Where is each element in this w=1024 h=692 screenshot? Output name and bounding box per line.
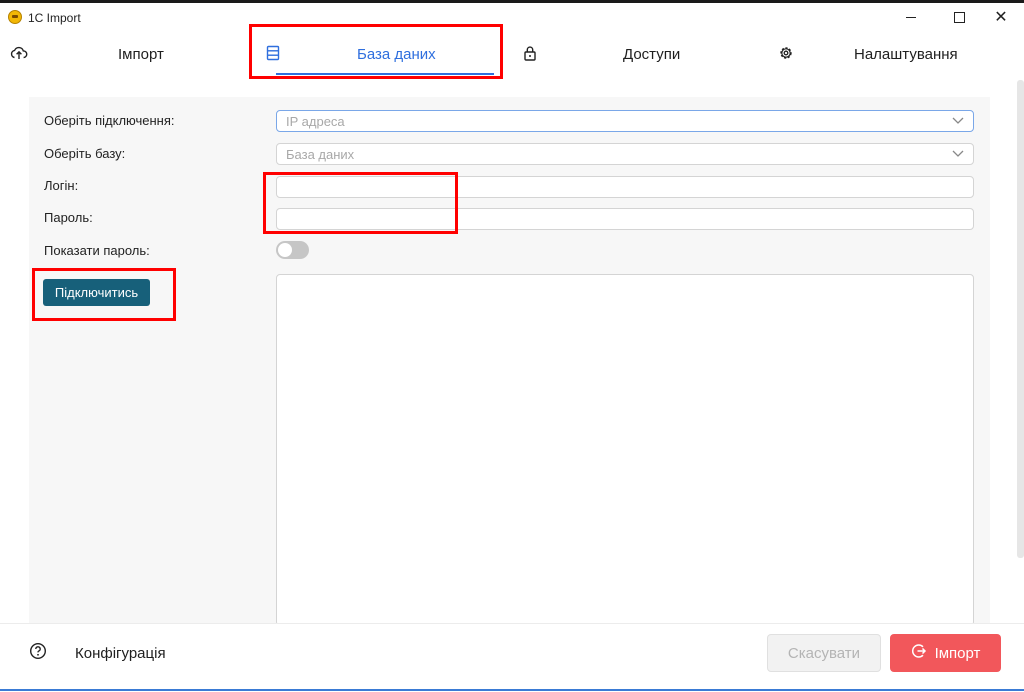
tab-bar: Імпорт База даних Доступи Налаштування [0,31,1024,79]
configuration-link[interactable]: Конфігурація [75,645,166,662]
show-password-label: Показати пароль: [44,243,150,258]
login-label: Логін: [44,178,79,193]
import-button[interactable]: Імпорт [890,634,1001,672]
active-tab-indicator [276,73,494,75]
output-log-area[interactable] [276,274,974,626]
cancel-button[interactable]: Скасувати [767,634,881,672]
connection-placeholder: IP адреса [286,114,345,129]
database-label: Оберіть базу: [44,146,126,161]
password-input[interactable] [276,208,974,230]
help-icon[interactable] [29,642,47,665]
gear-icon [778,45,794,61]
vertical-scrollbar[interactable] [1017,80,1024,558]
database-placeholder: База даних [286,147,355,162]
database-select[interactable]: База даних [276,143,974,165]
password-label: Пароль: [44,210,93,225]
tab-database-label: База даних [357,46,436,63]
login-input[interactable] [276,176,974,198]
chevron-down-icon [951,113,965,132]
import-button-label: Імпорт [934,644,981,662]
cloud-upload-icon [10,45,28,61]
minimize-icon [906,16,916,18]
maximize-icon [953,11,965,23]
connection-select[interactable]: IP адреса [276,110,974,132]
lock-icon [523,45,537,61]
tab-access-label: Доступи [623,46,681,63]
close-button[interactable]: ✕ [978,3,1024,31]
connection-label: Оберіть підключення: [44,113,175,128]
minimize-button[interactable] [888,3,934,31]
show-password-toggle[interactable] [276,241,309,259]
tab-import-label: Імпорт [118,46,164,63]
title-bar: 1C Import ✕ [0,3,1024,31]
maximize-button[interactable] [936,3,982,31]
footer-bar: Конфігурація Скасувати Імпорт [0,623,1024,692]
tab-settings-label: Налаштування [854,46,958,63]
close-icon: ✕ [994,9,1008,26]
window-title: 1C Import [28,11,81,25]
chevron-down-icon [951,146,965,165]
connect-button[interactable]: Підключитись [43,279,150,306]
import-arrow-icon [911,643,927,663]
app-logo-icon [8,10,22,24]
database-icon [266,45,280,61]
